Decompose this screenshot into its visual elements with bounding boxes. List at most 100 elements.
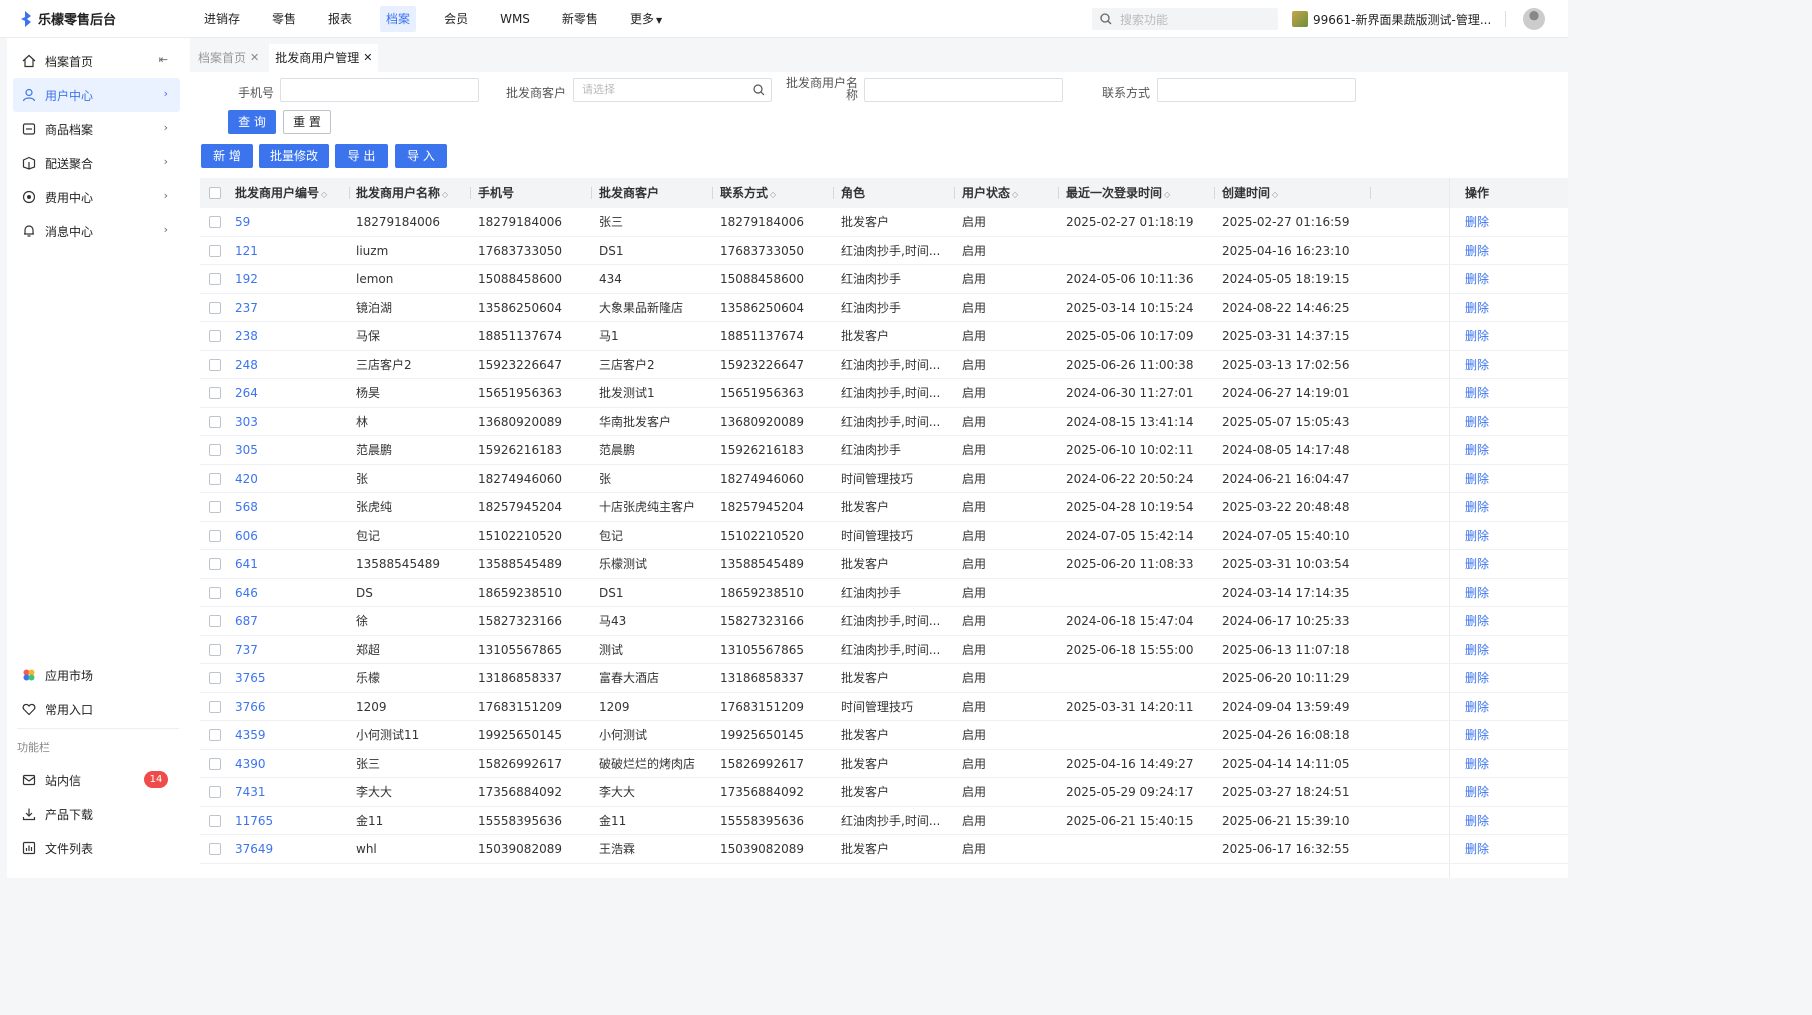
row-checkbox[interactable]	[209, 757, 221, 770]
row-checkbox[interactable]	[209, 786, 221, 798]
cell-user-id[interactable]: 4390	[235, 750, 266, 778]
sort-icon[interactable]: ◇	[1164, 190, 1170, 199]
delete-link[interactable]: 删除	[1465, 750, 1489, 778]
row-checkbox[interactable]	[209, 586, 221, 599]
row-checkbox[interactable]	[209, 301, 221, 314]
tab-archive-home[interactable]: 档案首页 ✕	[192, 44, 265, 72]
row-checkbox[interactable]	[209, 615, 221, 627]
delete-link[interactable]: 删除	[1465, 294, 1489, 322]
delete-link[interactable]: 删除	[1465, 237, 1489, 265]
delete-link[interactable]: 删除	[1465, 408, 1489, 436]
cell-user-id[interactable]: 4359	[235, 721, 266, 749]
sidebar-item-archive-home[interactable]: 档案首页 ⇤	[13, 44, 180, 78]
cell-user-id[interactable]: 641	[235, 550, 258, 578]
row-checkbox[interactable]	[209, 273, 221, 285]
delete-link[interactable]: 删除	[1465, 379, 1489, 407]
sidebar-item-app-market[interactable]: 应用市场	[13, 658, 180, 692]
delete-link[interactable]: 删除	[1465, 664, 1489, 692]
nav-item-wms[interactable]: WMS	[496, 6, 534, 32]
column-header-user-id[interactable]: 批发商用户编号 ◇	[235, 178, 327, 208]
row-checkbox[interactable]	[209, 244, 221, 257]
function-search[interactable]: 搜索功能	[1092, 8, 1278, 30]
sidebar-item-user-center[interactable]: 用户中心 ›	[13, 78, 180, 112]
cell-user-id[interactable]: 59	[235, 208, 250, 236]
column-header-created[interactable]: 创建时间 ◇	[1222, 178, 1278, 208]
cell-user-id[interactable]: 3766	[235, 693, 266, 721]
cell-user-id[interactable]: 606	[235, 522, 258, 550]
sidebar-item-delivery[interactable]: 配送聚合 ›	[13, 146, 180, 180]
tab-wholesale-user-management[interactable]: 批发商用户管理 ✕	[269, 44, 379, 72]
import-button[interactable]: 导 入	[395, 144, 447, 168]
sidebar-item-fee-center[interactable]: 费用中心 ›	[13, 180, 180, 214]
delete-link[interactable]: 删除	[1465, 607, 1489, 635]
row-checkbox[interactable]	[209, 415, 221, 428]
batch-edit-button[interactable]: 批量修改	[259, 144, 329, 168]
nav-item-reports[interactable]: 报表	[324, 6, 356, 32]
row-checkbox[interactable]	[209, 729, 221, 741]
cell-user-id[interactable]: 303	[235, 408, 258, 436]
avatar[interactable]	[1523, 8, 1545, 30]
delete-link[interactable]: 删除	[1465, 835, 1489, 863]
sidebar-item-file-list[interactable]: 文件列表	[13, 831, 180, 865]
cell-user-id[interactable]: 238	[235, 322, 258, 350]
nav-item-new-retail[interactable]: 新零售	[558, 6, 602, 32]
delete-link[interactable]: 删除	[1465, 265, 1489, 293]
sort-icon[interactable]: ◇	[770, 190, 776, 199]
select-all-checkbox[interactable]	[209, 187, 221, 199]
nav-item-inventory[interactable]: 进销存	[200, 6, 244, 32]
sidebar-item-inbox[interactable]: 站内信 14	[13, 763, 180, 797]
delete-link[interactable]: 删除	[1465, 579, 1489, 607]
sidebar-item-message-center[interactable]: 消息中心 ›	[13, 214, 180, 248]
row-checkbox[interactable]	[209, 529, 221, 542]
nav-item-member[interactable]: 会员	[440, 6, 472, 32]
customer-select[interactable]: 请选择	[573, 78, 772, 102]
sidebar-item-product-download[interactable]: 产品下载	[13, 797, 180, 831]
column-header-status[interactable]: 用户状态 ◇	[962, 178, 1018, 208]
delete-link[interactable]: 删除	[1465, 807, 1489, 835]
close-icon[interactable]: ✕	[363, 44, 372, 72]
row-checkbox[interactable]	[209, 358, 221, 371]
column-header-contact[interactable]: 联系方式 ◇	[720, 178, 776, 208]
sidebar-item-favorites[interactable]: 常用入口	[13, 692, 180, 726]
row-checkbox[interactable]	[209, 472, 221, 485]
cell-user-id[interactable]: 264	[235, 379, 258, 407]
cell-user-id[interactable]: 192	[235, 265, 258, 293]
row-checkbox[interactable]	[209, 843, 221, 855]
sort-icon[interactable]: ◇	[1012, 190, 1018, 199]
column-header-last-login[interactable]: 最近一次登录时间 ◇	[1066, 178, 1170, 208]
cell-user-id[interactable]: 568	[235, 493, 258, 521]
close-icon[interactable]: ✕	[250, 44, 259, 72]
query-button[interactable]: 查 询	[228, 110, 276, 134]
user-name-input[interactable]	[864, 78, 1063, 102]
delete-link[interactable]: 删除	[1465, 636, 1489, 664]
column-header-user-name[interactable]: 批发商用户名称 ◇	[356, 178, 448, 208]
contact-input[interactable]	[1157, 78, 1356, 102]
delete-link[interactable]: 删除	[1465, 778, 1489, 806]
row-checkbox[interactable]	[209, 700, 221, 713]
delete-link[interactable]: 删除	[1465, 465, 1489, 493]
cell-user-id[interactable]: 237	[235, 294, 258, 322]
export-button[interactable]: 导 出	[335, 144, 388, 168]
row-checkbox[interactable]	[209, 330, 221, 342]
cell-user-id[interactable]: 37649	[235, 835, 273, 863]
delete-link[interactable]: 删除	[1465, 721, 1489, 749]
delete-link[interactable]: 删除	[1465, 493, 1489, 521]
cell-user-id[interactable]: 11765	[235, 807, 273, 835]
row-checkbox[interactable]	[209, 672, 221, 684]
phone-input[interactable]	[280, 78, 479, 102]
collapse-sidebar-icon[interactable]: ⇤	[159, 53, 168, 66]
add-button[interactable]: 新 增	[201, 144, 253, 168]
cell-user-id[interactable]: 737	[235, 636, 258, 664]
row-checkbox[interactable]	[209, 387, 221, 399]
delete-link[interactable]: 删除	[1465, 550, 1489, 578]
row-checkbox[interactable]	[209, 216, 221, 228]
row-checkbox[interactable]	[209, 444, 221, 456]
cell-user-id[interactable]: 3765	[235, 664, 266, 692]
brand[interactable]: 乐檬零售后台	[0, 0, 190, 38]
nav-item-retail[interactable]: 零售	[268, 6, 300, 32]
delete-link[interactable]: 删除	[1465, 351, 1489, 379]
row-checkbox[interactable]	[209, 558, 221, 570]
delete-link[interactable]: 删除	[1465, 208, 1489, 236]
nav-item-more[interactable]: 更多 ▼	[626, 6, 666, 32]
reset-button[interactable]: 重 置	[283, 110, 331, 134]
